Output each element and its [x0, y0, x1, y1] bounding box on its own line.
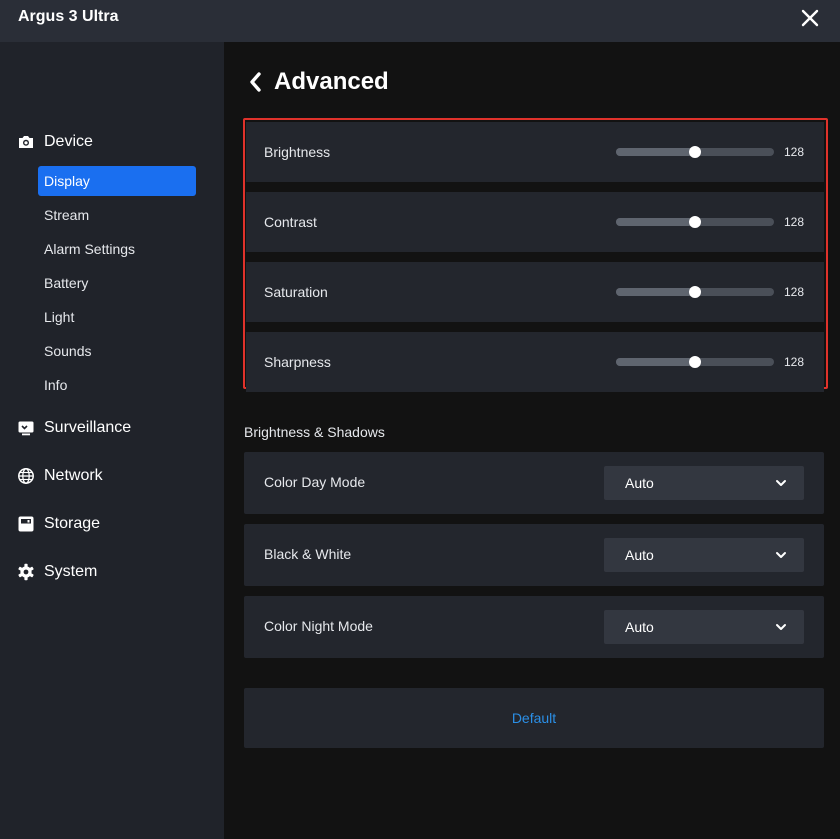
- color-night-mode-select[interactable]: Auto: [604, 610, 804, 644]
- back-button[interactable]: [246, 70, 266, 94]
- contrast-slider[interactable]: [616, 216, 774, 228]
- monitor-icon: [17, 419, 35, 437]
- slider-thumb[interactable]: [689, 356, 701, 368]
- sidebar-category-label: System: [44, 563, 98, 580]
- mode-row-black-white: Black & White Auto: [244, 524, 824, 586]
- select-value: Auto: [625, 475, 654, 491]
- slider-label: Sharpness: [264, 354, 331, 370]
- slider-label: Contrast: [264, 214, 317, 230]
- chevron-down-icon: [776, 552, 786, 558]
- sidebar-category-label: Surveillance: [44, 419, 132, 436]
- slider-thumb[interactable]: [689, 146, 701, 158]
- page-title: Advanced: [274, 68, 389, 95]
- slider-row-sharpness: Sharpness 128: [246, 332, 824, 392]
- slider-fill: [616, 288, 695, 296]
- section-title: Brightness & Shadows: [244, 424, 385, 440]
- app-title: Argus 3 Ultra: [18, 8, 119, 25]
- slider-value: 128: [784, 285, 805, 299]
- sharpness-slider[interactable]: [616, 356, 774, 368]
- close-button[interactable]: [798, 6, 822, 30]
- sidebar-item-light[interactable]: Light: [38, 302, 196, 332]
- close-icon: [801, 9, 819, 27]
- mode-row-color-day: Color Day Mode Auto: [244, 452, 824, 514]
- select-value: Auto: [625, 619, 654, 635]
- mode-label: Color Night Mode: [264, 618, 373, 634]
- slider-row-contrast: Contrast 128: [246, 192, 824, 252]
- brightness-slider[interactable]: [616, 146, 774, 158]
- mode-label: Color Day Mode: [264, 474, 366, 490]
- chevron-down-icon: [776, 624, 786, 630]
- sidebar-item-display[interactable]: Display: [38, 166, 196, 196]
- slider-value: 128: [784, 355, 805, 369]
- title-bar: Argus 3 Ultra: [0, 0, 840, 42]
- slider-value: 128: [784, 145, 805, 159]
- slider-thumb[interactable]: [689, 216, 701, 228]
- slider-fill: [616, 218, 695, 226]
- gear-icon: [17, 563, 35, 581]
- slider-row-saturation: Saturation 128: [246, 262, 824, 322]
- slider-fill: [616, 358, 695, 366]
- mode-label: Black & White: [264, 546, 352, 562]
- sidebar-item-network[interactable]: Network: [17, 464, 103, 488]
- mode-row-color-night: Color Night Mode Auto: [244, 596, 824, 658]
- sidebar-category-label: Storage: [44, 515, 101, 532]
- sidebar-item-battery[interactable]: Battery: [38, 268, 196, 298]
- sidebar-category-label: Device: [44, 133, 93, 150]
- sidebar: [0, 42, 224, 839]
- sidebar-item-storage[interactable]: Storage: [17, 512, 100, 536]
- slider-thumb[interactable]: [689, 286, 701, 298]
- select-value: Auto: [625, 547, 654, 563]
- camera-icon: [17, 133, 35, 151]
- sidebar-item-alarm-settings[interactable]: Alarm Settings: [38, 234, 196, 264]
- sidebar-item-surveillance[interactable]: Surveillance: [17, 416, 131, 440]
- globe-icon: [17, 467, 35, 485]
- sidebar-item-device[interactable]: Device: [17, 130, 93, 154]
- default-button[interactable]: Default: [244, 688, 824, 748]
- default-button-label: Default: [511, 710, 557, 726]
- slider-label: Saturation: [264, 284, 328, 300]
- saturation-slider[interactable]: [616, 286, 774, 298]
- color-day-mode-select[interactable]: Auto: [604, 466, 804, 500]
- sidebar-item-sounds[interactable]: Sounds: [38, 336, 196, 366]
- storage-icon: [17, 515, 35, 533]
- sidebar-item-stream[interactable]: Stream: [38, 200, 196, 230]
- sidebar-category-label: Network: [44, 467, 103, 484]
- black-white-mode-select[interactable]: Auto: [604, 538, 804, 572]
- slider-fill: [616, 148, 695, 156]
- sidebar-item-system[interactable]: System: [17, 560, 97, 584]
- slider-row-brightness: Brightness 128: [246, 122, 824, 182]
- chevron-down-icon: [776, 480, 786, 486]
- sidebar-item-info[interactable]: Info: [38, 370, 196, 400]
- slider-label: Brightness: [264, 144, 331, 160]
- slider-value: 128: [784, 215, 805, 229]
- chevron-left-icon: [250, 72, 261, 92]
